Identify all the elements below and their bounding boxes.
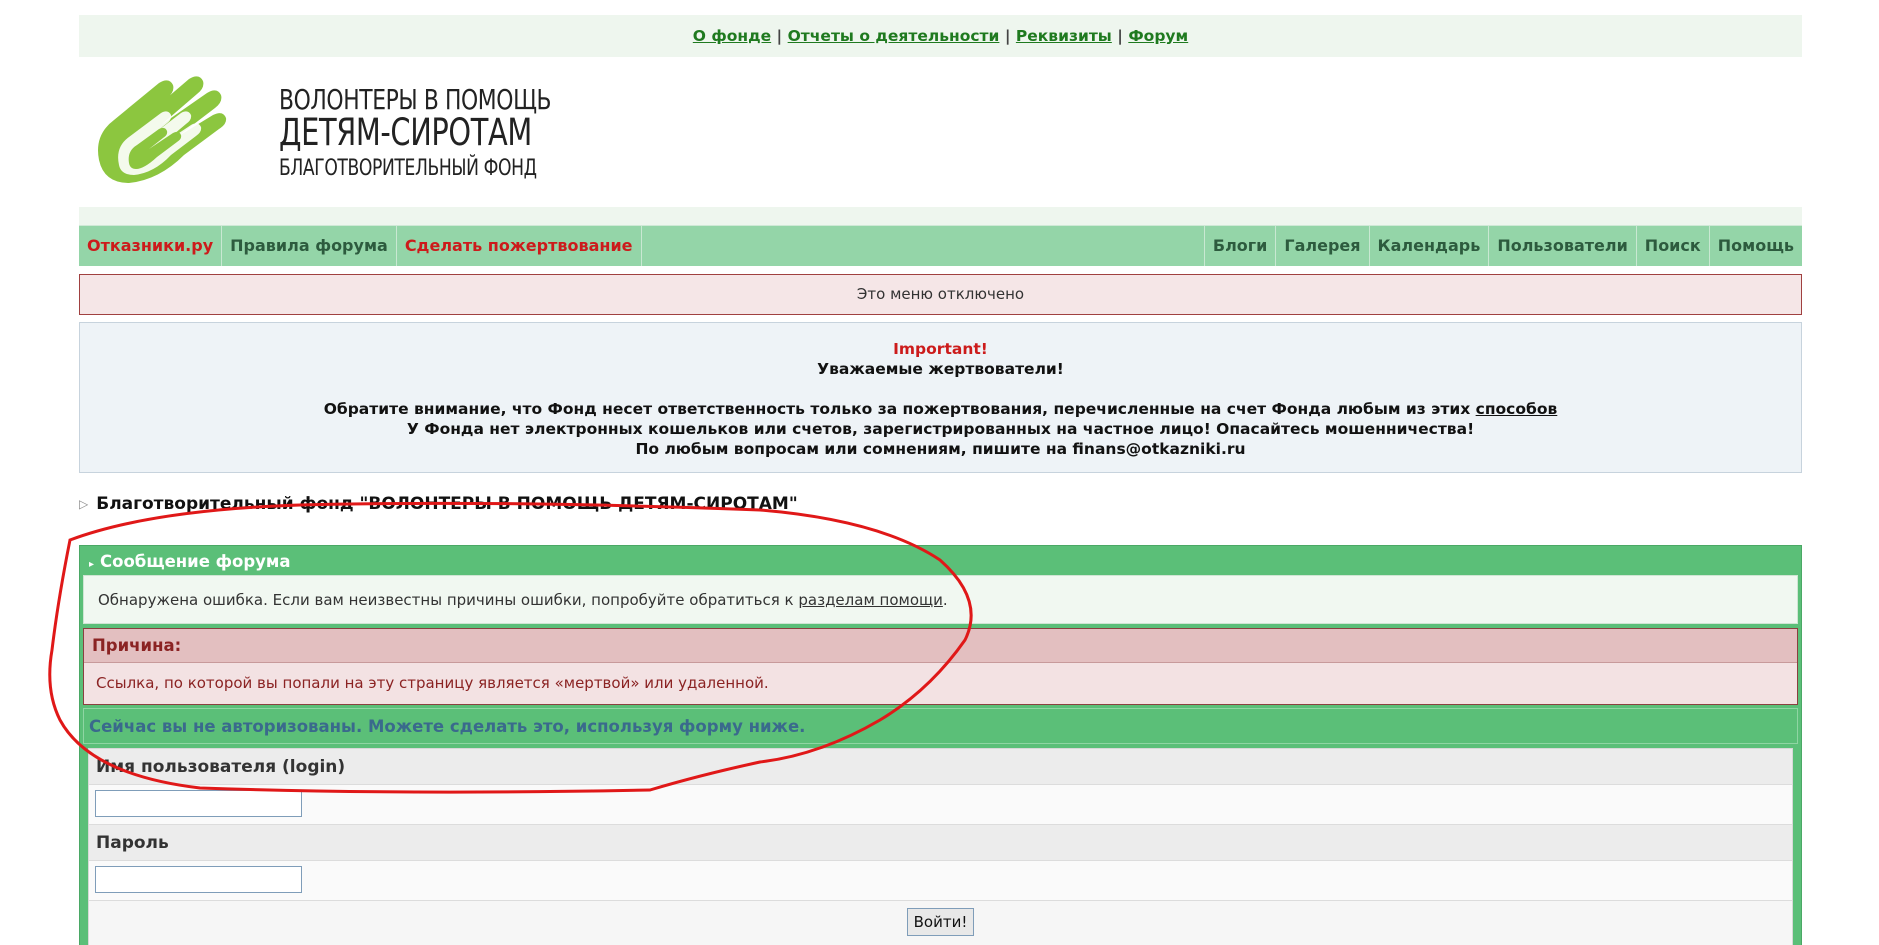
donors-notice: Important! Уважаемые жертвователи! Обрат…	[79, 322, 1802, 473]
notice-line-1: Обратите внимание, что Фонд несет ответс…	[80, 399, 1801, 419]
nav-calendar[interactable]: Календарь	[1368, 226, 1489, 266]
page-wrapper: О фонде | Отчеты о деятельности | Реквиз…	[79, 15, 1802, 945]
breadcrumb: ▷ Благотворительный фонд "ВОЛОНТЕРЫ В ПО…	[79, 493, 1802, 515]
password-row	[89, 861, 1792, 901]
logo-line-1: ВОЛОНТЕРЫ В ПОМОЩЬ	[279, 83, 552, 116]
message-header: ▸ Сообщение форума	[83, 549, 1798, 575]
link-separator: |	[776, 27, 783, 45]
password-label: Пароль	[89, 825, 1792, 861]
message-body: Обнаружена ошибка. Если вам неизвестны п…	[83, 575, 1798, 624]
hands-logo-icon[interactable]	[89, 65, 259, 195]
site-header: ВОЛОНТЕРЫ В ПОМОЩЬ ДЕТЯМ-СИРОТАМ БЛАГОТВ…	[79, 57, 1802, 207]
notice-line-2: У Фонда нет электронных кошельков или сч…	[406, 420, 1475, 438]
navbar-right: Блоги Галерея Календарь Пользователи Пои…	[1203, 226, 1802, 266]
logo-line-3: БЛАГОТВОРИТЕЛЬНЫЙ ФОНД	[279, 156, 537, 182]
link-separator: |	[1117, 27, 1123, 45]
notice-spacer	[80, 379, 1801, 399]
link-reports[interactable]: Отчеты о деятельности	[788, 27, 1000, 45]
notice-important: Important!	[893, 340, 988, 358]
notice-line-1-text: Обратите внимание, что Фонд несет ответс…	[323, 400, 1471, 418]
link-forum[interactable]: Форум	[1128, 27, 1188, 45]
disabled-menu-notice: Это меню отключено	[79, 274, 1802, 315]
nav-gallery[interactable]: Галерея	[1275, 226, 1368, 266]
logo-line-2: ДЕТЯМ-СИРОТАМ	[279, 111, 532, 155]
header-strip	[79, 207, 1802, 225]
nav-help[interactable]: Помощь	[1708, 226, 1802, 266]
notice-methods-link[interactable]: способов	[1476, 400, 1558, 418]
header-arrow-icon: ▸	[89, 559, 95, 570]
breadcrumb-title[interactable]: Благотворительный фонд "ВОЛОНТЕРЫ В ПОМО…	[96, 494, 797, 514]
nav-blogs[interactable]: Блоги	[1203, 226, 1275, 266]
reason-title: Причина:	[84, 629, 1797, 663]
logo-text: ВОЛОНТЕРЫ В ПОМОЩЬ ДЕТЯМ-СИРОТАМ БЛАГОТВ…	[279, 83, 552, 182]
reason-text: Ссылка, по которой вы попали на эту стра…	[84, 663, 1797, 704]
nav-users[interactable]: Пользователи	[1488, 226, 1635, 266]
message-body-period: .	[942, 591, 948, 609]
reason-panel: Причина: Ссылка, по которой вы попали на…	[83, 628, 1798, 705]
submit-row: Войти!	[89, 901, 1792, 945]
notice-greeting: Уважаемые жертвователи!	[817, 360, 1064, 378]
login-button[interactable]: Войти!	[906, 908, 975, 936]
link-about-fund[interactable]: О фонде	[693, 27, 771, 45]
login-form: Имя пользователя (login) Пароль Войти!	[88, 748, 1793, 945]
help-sections-link[interactable]: разделам помощи	[798, 591, 943, 609]
username-row	[89, 785, 1792, 825]
navbar-left: Отказники.ру Правила форума Сделать поже…	[79, 226, 642, 266]
login-note: Сейчас вы не авторизованы. Можете сделат…	[83, 708, 1798, 744]
nav-otkazniki[interactable]: Отказники.ру	[79, 226, 223, 266]
message-body-text: Обнаружена ошибка. Если вам неизвестны п…	[98, 591, 794, 609]
notice-line-3: По любым вопросам или сомнениям, пишите …	[635, 440, 1246, 458]
nav-donate[interactable]: Сделать пожертвование	[397, 226, 642, 266]
link-requisites[interactable]: Реквизиты	[1016, 27, 1112, 45]
nav-search[interactable]: Поиск	[1635, 226, 1709, 266]
link-separator: |	[1004, 27, 1011, 45]
username-input[interactable]	[95, 790, 302, 817]
top-links-bar: О фонде | Отчеты о деятельности | Реквиз…	[79, 15, 1802, 57]
breadcrumb-arrow-icon: ▷	[79, 497, 89, 511]
message-title: Сообщение форума	[100, 552, 291, 571]
main-navbar: Отказники.ру Правила форума Сделать поже…	[79, 225, 1802, 266]
password-input[interactable]	[95, 866, 302, 893]
forum-message-box: ▸ Сообщение форума Обнаружена ошибка. Есл…	[79, 545, 1802, 945]
username-label: Имя пользователя (login)	[89, 749, 1792, 785]
nav-forum-rules[interactable]: Правила форума	[222, 226, 397, 266]
